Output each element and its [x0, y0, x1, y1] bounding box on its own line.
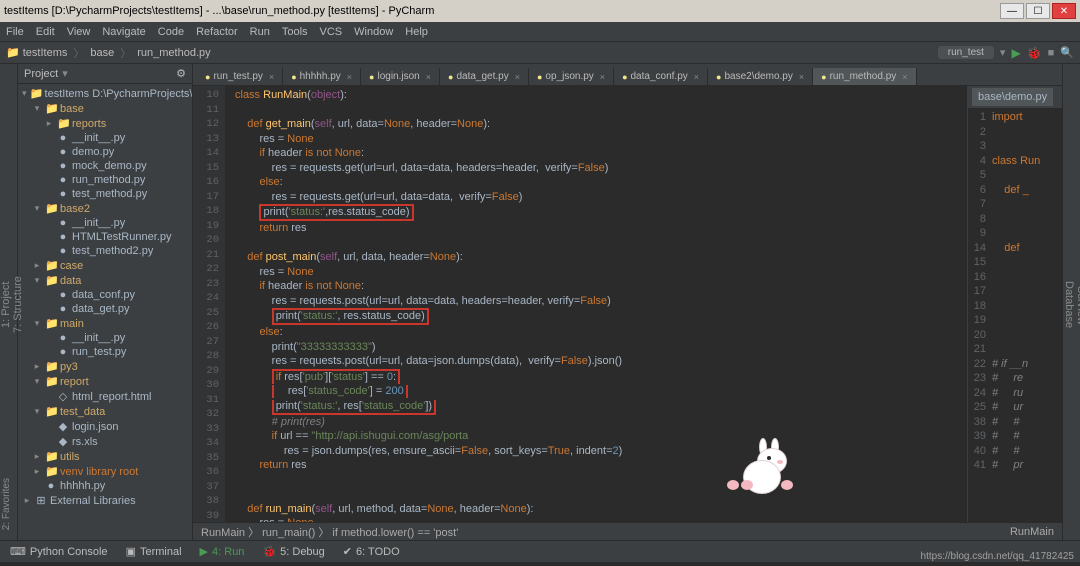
terminal-tab[interactable]: ▣ Terminal — [126, 545, 182, 558]
minimize-button[interactable]: — — [1000, 3, 1024, 19]
dropdown-icon[interactable]: ▾ — [1000, 46, 1006, 59]
run-icon[interactable]: ▶ — [1011, 46, 1020, 60]
watermark-text: https://blog.csdn.net/qq_41782425 — [921, 551, 1074, 562]
tree-item[interactable]: ▸📁reports — [18, 116, 192, 131]
tree-root[interactable]: ▾📁testItems D:\PycharmProjects\ — [18, 86, 192, 101]
window-titlebar: testItems [D:\PycharmProjects\testItems]… — [0, 0, 1080, 22]
code-area[interactable]: class RunMain(object): def get_main(self… — [225, 86, 967, 522]
menu-refactor[interactable]: Refactor — [196, 26, 238, 38]
tree-item[interactable]: ●demo.py — [18, 145, 192, 159]
project-panel: Project ▾ ⚙ ▾📁testItems D:\PycharmProjec… — [18, 64, 193, 540]
project-header: Project ▾ ⚙ — [18, 64, 192, 84]
right-tab[interactable]: SciView — [1075, 70, 1080, 540]
menu-vcs[interactable]: VCS — [320, 26, 343, 38]
editor-tabs: ●run_test.py×●hhhhh.py×●login.json×●data… — [193, 64, 1062, 86]
tab-demo[interactable]: base\demo.py — [972, 88, 1053, 106]
search-icon[interactable]: 🔍 — [1060, 46, 1074, 59]
tree-item[interactable]: ▸⊞External Libraries — [18, 493, 192, 508]
tab-data_get-py[interactable]: ●data_get.py× — [440, 68, 529, 85]
run-toolbar: run_test ▾ ▶ 🐞 ■ 🔍 — [938, 46, 1074, 60]
left-tab[interactable]: 1: Project — [0, 70, 12, 540]
gear-icon[interactable]: ⚙ — [176, 67, 186, 80]
run-tab[interactable]: ▶ 4: Run — [200, 545, 245, 558]
tree-item[interactable]: ◆rs.xls — [18, 434, 192, 449]
tree-item[interactable]: ●run_test.py — [18, 345, 192, 359]
breadcrumb-path[interactable]: RunMain 〉 run_main() 〉 if method.lower()… — [201, 524, 458, 540]
breadcrumb-right: RunMain — [1010, 526, 1054, 538]
tab-data_conf-py[interactable]: ●data_conf.py× — [614, 68, 708, 85]
tree-item[interactable]: ●__init__.py — [18, 131, 192, 145]
todo-tab[interactable]: ✔ 6: TODO — [343, 545, 400, 558]
crumb-0[interactable]: 📁 testItems — [6, 46, 67, 59]
tree-item[interactable]: ●test_method.py — [18, 187, 192, 201]
menu-code[interactable]: Code — [158, 26, 184, 38]
crumb-2[interactable]: run_method.py — [137, 47, 210, 59]
tree-item[interactable]: ●run_method.py — [18, 173, 192, 187]
tree-item[interactable]: ●__init__.py — [18, 331, 192, 345]
favorites-tab[interactable]: 2: Favorites — [1, 478, 12, 530]
tree-item[interactable]: ●__init__.py — [18, 216, 192, 230]
project-label: Project — [24, 68, 58, 80]
navigation-bar: 📁 testItems〉base〉run_method.py run_test … — [0, 42, 1080, 64]
tree-item[interactable]: ▾📁base — [18, 101, 192, 116]
menu-window[interactable]: Window — [354, 26, 393, 38]
python-console-tab[interactable]: ⌨ Python Console — [10, 545, 108, 558]
main-menu: File Edit View Navigate Code Refactor Run Tools… — [0, 22, 1080, 42]
editor-breadcrumbs: RunMain 〉 run_main() 〉 if method.lower()… — [193, 522, 1062, 540]
tree-item[interactable]: ▸📁case — [18, 258, 192, 273]
crumb-1[interactable]: base — [90, 47, 114, 59]
tree-item[interactable]: ▾📁data — [18, 273, 192, 288]
split-tabs: base\demo.py — [968, 86, 1062, 108]
tab-run_test-py[interactable]: ●run_test.py× — [197, 68, 283, 85]
tree-item[interactable]: ▾📁report — [18, 374, 192, 389]
menu-help[interactable]: Help — [405, 26, 428, 38]
maximize-button[interactable]: ☐ — [1026, 3, 1050, 19]
debug-tab[interactable]: 🐞 5: Debug — [262, 545, 324, 558]
tab-base2-demo-py[interactable]: ●base2\demo.py× — [708, 68, 813, 85]
stop-icon[interactable]: ■ — [1048, 47, 1055, 59]
mascot-overlay — [733, 446, 793, 496]
tree-item[interactable]: ●hhhhh.py — [18, 479, 192, 493]
code-editor[interactable]: 10 11 12 13 14 15 16 17 18 19 20 21 22 2… — [193, 86, 967, 522]
right-tab[interactable]: Database — [1063, 70, 1075, 540]
tree-item[interactable]: ▾📁test_data — [18, 404, 192, 419]
tree-item[interactable]: ●HTMLTestRunner.py — [18, 230, 192, 244]
menu-view[interactable]: View — [67, 26, 91, 38]
tree-item[interactable]: ▸📁py3 — [18, 359, 192, 374]
menu-file[interactable]: File — [6, 26, 24, 38]
menu-navigate[interactable]: Navigate — [102, 26, 145, 38]
tab-op_json-py[interactable]: ●op_json.py× — [529, 68, 614, 85]
split-code-area[interactable]: 1import 2 3 4class Run5 6 def _7 8 9 14 … — [968, 108, 1062, 522]
menu-run[interactable]: Run — [250, 26, 270, 38]
menu-edit[interactable]: Edit — [36, 26, 55, 38]
tree-item[interactable]: ●mock_demo.py — [18, 159, 192, 173]
window-buttons: — ☐ ✕ — [1000, 3, 1076, 19]
line-gutter: 10 11 12 13 14 15 16 17 18 19 20 21 22 2… — [193, 86, 225, 522]
tab-login-json[interactable]: ●login.json× — [361, 68, 440, 85]
run-config-selector[interactable]: run_test — [938, 46, 994, 59]
tab-run_method-py[interactable]: ●run_method.py× — [813, 68, 916, 85]
tab-hhhhh-py[interactable]: ●hhhhh.py× — [283, 68, 361, 85]
left-tool-strip: 1: Project7: Structure — [0, 64, 18, 540]
tree-item[interactable]: ▸📁venv library root — [18, 464, 192, 479]
tree-item[interactable]: ●data_conf.py — [18, 288, 192, 302]
tree-item[interactable]: ●test_method2.py — [18, 244, 192, 258]
split-editor[interactable]: base\demo.py 1import 2 3 4class Run5 6 d… — [967, 86, 1062, 522]
tree-item[interactable]: ▸📁utils — [18, 449, 192, 464]
menu-tools[interactable]: Tools — [282, 26, 308, 38]
right-tool-strip: DatabaseSciViewRemote Host — [1062, 64, 1080, 540]
bottom-toolbar: ⌨ Python Console ▣ Terminal ▶ 4: Run 🐞 5… — [0, 540, 1080, 562]
left-tab[interactable]: 7: Structure — [12, 70, 24, 540]
dropdown-icon[interactable]: ▾ — [62, 67, 68, 80]
tree-item[interactable]: ◇html_report.html — [18, 389, 192, 404]
tree-item[interactable]: ▾📁base2 — [18, 201, 192, 216]
close-button[interactable]: ✕ — [1052, 3, 1076, 19]
window-title: testItems [D:\PycharmProjects\testItems]… — [4, 5, 1000, 17]
tree-item[interactable]: ◆login.json — [18, 419, 192, 434]
tree-item[interactable]: ▾📁main — [18, 316, 192, 331]
tree-item[interactable]: ●data_get.py — [18, 302, 192, 316]
debug-icon[interactable]: 🐞 — [1027, 46, 1042, 60]
